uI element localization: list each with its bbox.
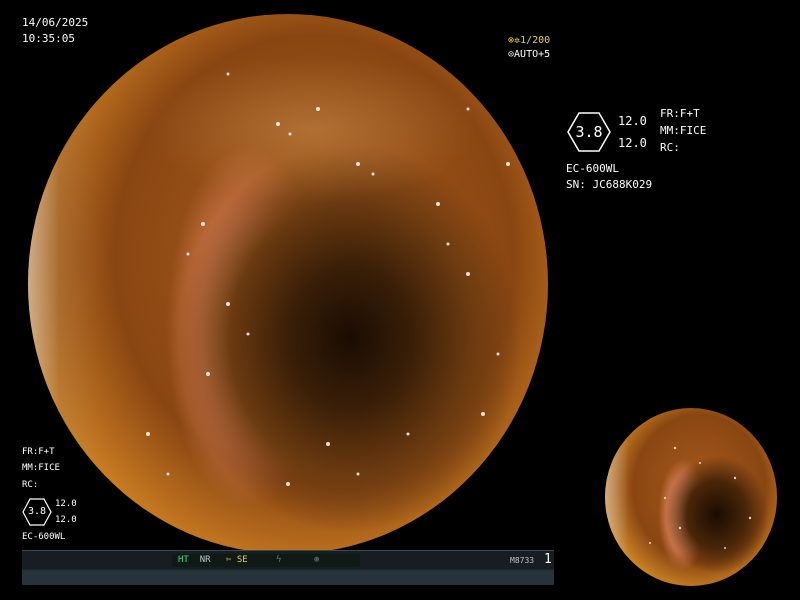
thumb-highlights [649,446,752,549]
param-b: 12.0 [618,136,647,150]
small-scope-model: EC-600WL [22,532,66,542]
thumbnail-endoscopy-view[interactable] [605,408,777,586]
mm-label: MM:FICE [660,124,707,137]
param-a: 12.0 [618,114,647,128]
shutter-value: 1/200 [520,35,551,46]
auto-row: ⊙AUTO+5 [508,48,550,62]
page-number: 1 [544,552,552,567]
lightning-icon: ϟ [276,555,282,565]
main-endoscopy-view [28,14,548,554]
small-param-b: 12.0 [55,515,77,525]
code-tag: M8733 [510,556,535,565]
small-mm-label: MM:FICE [22,463,60,473]
rc-label: RC: [660,141,680,154]
small-zoom-value: 3.8 [27,506,47,517]
small-zoom-hex-badge: 3.8 [22,498,52,526]
scissors-icon: ✄ [226,555,232,565]
scope-model: EC-600WL [566,162,619,175]
lightning-indicator: ϟ [270,554,312,567]
se-label: SE [236,555,248,565]
zoom-hex-badge: 3.8 [566,111,612,153]
mucosa-highlights [146,72,510,486]
time-label: 10:35:05 [22,32,75,45]
fr-label: FR:F+T [660,107,700,120]
serial-number: SN: JC688K029 [566,178,653,191]
auto-label: AUTO+5 [514,49,551,60]
small-param-a: 12.0 [55,499,77,509]
zoom-value: 3.8 [575,123,603,141]
se-indicator: ✄ SE [220,554,272,567]
status-bar: HT NR ✄ SE ϟ ⊛ M8733 1 [22,550,554,585]
target-icon: ⊛ [314,555,320,565]
small-fr-label: FR:F+T [22,447,55,457]
nr-label: NR [199,555,211,565]
shutter-row: ⊗✲1/200 [508,34,550,48]
date-label: 14/06/2025 [22,16,89,29]
ht-label: HT [178,555,189,565]
target-indicator: ⊛ [308,554,360,567]
ht-nr-indicator: HT NR [172,554,220,567]
status-bar-top-row: HT NR ✄ SE ϟ ⊛ M8733 1 [22,551,554,569]
small-rc-label: RC: [22,480,39,490]
status-bar-bottom-row [22,570,554,585]
